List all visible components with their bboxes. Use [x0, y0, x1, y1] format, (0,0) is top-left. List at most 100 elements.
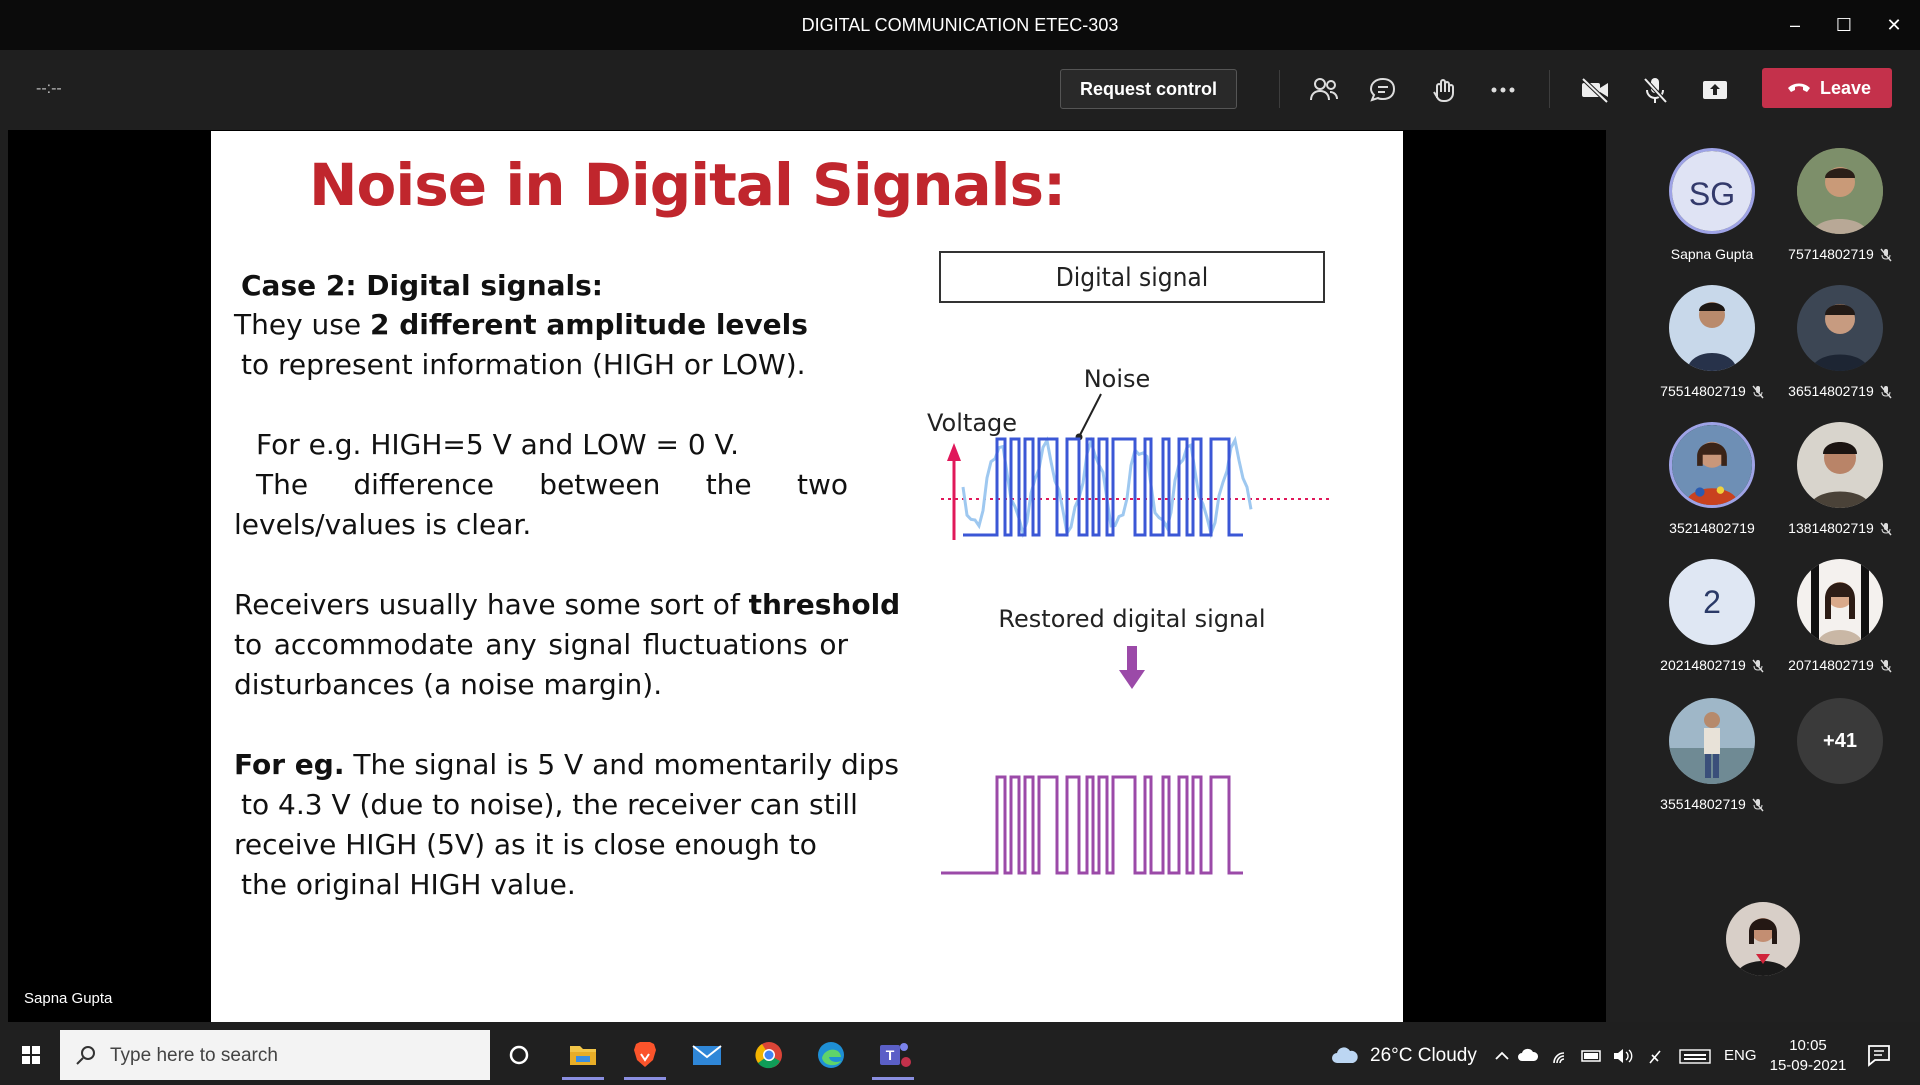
maximize-button[interactable]: ☐: [1824, 10, 1864, 40]
taskbar-brave-browser[interactable]: [616, 1030, 674, 1080]
participant-tile[interactable]: 75714802719: [1775, 148, 1905, 278]
mic-muted-icon: [1880, 248, 1892, 262]
system-tray-icons[interactable]: [1490, 1045, 1720, 1072]
participant-tile[interactable]: 13814802719: [1775, 422, 1905, 552]
down-arrow-shaft: [1127, 646, 1137, 672]
participant-name: 35514802719: [1647, 796, 1777, 812]
participants-icon[interactable]: [1303, 70, 1343, 110]
participant-tile[interactable]: SG Sapna Gupta: [1647, 148, 1777, 278]
participant-tile[interactable]: 2 20214802719: [1647, 559, 1777, 689]
participant-name-text: 20714802719: [1788, 657, 1874, 673]
participant-tile[interactable]: 35514802719: [1647, 698, 1777, 828]
mic-muted-icon: [1880, 659, 1892, 673]
person-photo-icon: [1669, 285, 1755, 371]
overflow-count: +41: [1797, 698, 1883, 784]
taskbar-edge[interactable]: [802, 1030, 860, 1080]
more-participants-tile[interactable]: +41: [1775, 698, 1905, 828]
avatar-initials: 2: [1669, 559, 1755, 645]
digital-signal-label: Digital signal: [1056, 263, 1209, 293]
clock-time: 10:05: [1789, 1037, 1827, 1054]
participant-name: Sapna Gupta: [1647, 246, 1777, 262]
chat-icon[interactable]: [1363, 70, 1403, 110]
more-options-icon[interactable]: [1483, 70, 1523, 110]
participant-tile[interactable]: 35214802719: [1647, 422, 1777, 552]
weather-icon: [1330, 1043, 1360, 1072]
slide-text-bold: 2 different amplitude levels: [370, 308, 808, 341]
request-control-button[interactable]: Request control: [1060, 69, 1237, 109]
participant-tile[interactable]: 75514802719: [1647, 285, 1777, 415]
windows-logo-icon: [22, 1046, 40, 1064]
slide-line: the original HIGH value.: [241, 868, 576, 901]
mic-muted-icon[interactable]: [1635, 70, 1675, 110]
avatar: [1797, 148, 1883, 234]
avatar: 2: [1669, 559, 1755, 645]
task-view-icon: [509, 1045, 529, 1065]
language-indicator[interactable]: ENG: [1724, 1047, 1757, 1064]
slide-title: Noise in Digital Signals:: [309, 151, 1066, 219]
taskbar-file-explorer[interactable]: [554, 1030, 612, 1080]
participant-name-text: Sapna Gupta: [1670, 246, 1754, 262]
participant-name: 20214802719: [1647, 657, 1777, 673]
slide-line: receive HIGH (5V) as it is close enough …: [234, 828, 817, 861]
taskbar-chrome[interactable]: [740, 1030, 798, 1080]
participant-name-text: 20214802719: [1660, 657, 1746, 673]
mic-muted-icon: [1752, 659, 1764, 673]
reactions-icon[interactable]: [1423, 70, 1463, 110]
restored-signal-trace: [941, 775, 1243, 875]
mic-muted-icon: [1880, 385, 1892, 399]
notifications-icon[interactable]: [1866, 1042, 1892, 1073]
participant-name: 35214802719: [1647, 520, 1777, 536]
person-photo-icon: [1797, 148, 1883, 234]
signal-diagram: Digital signal Noise Voltage Restored di…: [927, 251, 1331, 875]
task-view-button[interactable]: [490, 1030, 548, 1080]
taskbar-clock[interactable]: 10:05 15-09-2021: [1768, 1036, 1848, 1076]
voltage-label: Voltage: [927, 409, 1017, 437]
phone-hangup-icon: [1788, 83, 1810, 92]
avatar: [1797, 422, 1883, 508]
overflow-count-bubble: +41: [1797, 698, 1883, 784]
minimize-button[interactable]: –: [1775, 10, 1815, 40]
participant-name: 36514802719: [1775, 383, 1905, 399]
slide-line: to accommodate any signal fluctuations o…: [234, 628, 848, 661]
participant-name-text: 75714802719: [1788, 246, 1874, 262]
participants-panel: SG Sapna Gupta 75714802719 75514802719 3…: [1610, 130, 1920, 1022]
taskbar-mail[interactable]: [678, 1030, 736, 1080]
avatar: [1669, 285, 1755, 371]
avatar-initials: SG: [1672, 151, 1752, 231]
participant-name-text: 75514802719: [1660, 383, 1746, 399]
self-view-video[interactable]: [1726, 902, 1800, 976]
meeting-timer: --:--: [36, 80, 62, 97]
close-button[interactable]: ✕: [1874, 10, 1914, 40]
windows-taskbar: Type here to search T 26°C Cloudy ENG 10…: [0, 1030, 1920, 1080]
taskbar-teams[interactable]: T: [864, 1030, 922, 1080]
meeting-toolbar: --:-- Request control Leave: [0, 50, 1920, 126]
slide-text-bold: For eg.: [234, 748, 345, 781]
restored-signal-label: Restored digital signal: [998, 605, 1265, 633]
participant-tile[interactable]: 36514802719: [1775, 285, 1905, 415]
slide-text: They use: [234, 308, 371, 341]
taskbar-search-box[interactable]: Type here to search: [60, 1030, 490, 1080]
participant-tile[interactable]: 20714802719: [1775, 559, 1905, 689]
voltage-arrow: [947, 443, 961, 461]
camera-off-icon[interactable]: [1575, 70, 1615, 110]
avatar: [1669, 422, 1755, 508]
mail-icon: [692, 1045, 722, 1065]
avatar: [1797, 285, 1883, 371]
slide-text: The signal is 5 V and momentarily dips: [344, 748, 899, 781]
leave-button[interactable]: Leave: [1762, 68, 1892, 108]
person-photo-icon: [1797, 559, 1883, 645]
person-photo-icon: [1797, 285, 1883, 371]
share-screen-icon[interactable]: [1695, 70, 1735, 110]
slide-line: The difference between the two: [256, 468, 848, 501]
avatar: [1797, 559, 1883, 645]
down-arrow-head-icon: [1119, 670, 1145, 689]
window-title: DIGITAL COMMUNICATION ETEC-303: [801, 15, 1119, 35]
weather-widget[interactable]: 26°C Cloudy: [1370, 1045, 1477, 1067]
case-heading: Case 2: Digital signals:: [241, 269, 603, 302]
folder-icon: [570, 1046, 596, 1065]
start-button[interactable]: [2, 1030, 60, 1080]
slide-line: For e.g. HIGH=5 V and LOW = 0 V.: [256, 428, 739, 461]
toolbar-divider: [1279, 70, 1280, 108]
participant-name: 20714802719: [1775, 657, 1905, 673]
mic-muted-icon: [1752, 798, 1764, 812]
